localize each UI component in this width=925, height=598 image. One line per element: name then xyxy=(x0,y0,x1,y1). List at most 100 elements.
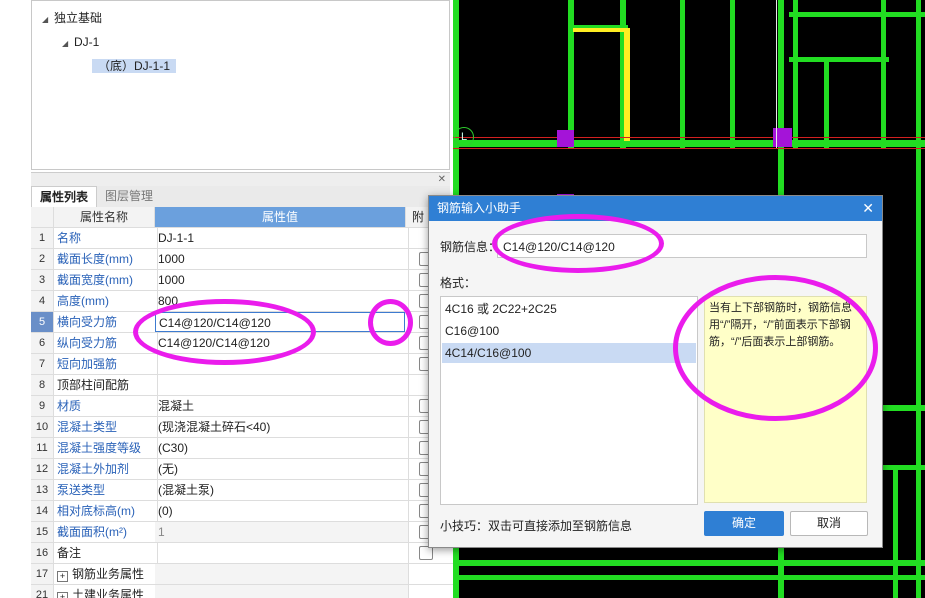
tree-root-label: 独立基础 xyxy=(54,11,103,25)
property-value: 800 xyxy=(158,294,179,308)
property-row[interactable]: 17 + 钢筋业务属性 xyxy=(31,564,453,585)
row-number: 8 xyxy=(31,375,54,395)
format-list[interactable]: 4C16 或 2C22+2C25 C16@100 4C14/C16@100 xyxy=(440,296,698,505)
hint-text: 小技巧：双击可直接添加至钢筋信息 xyxy=(440,519,633,533)
tree-node-dj1-1[interactable]: （底）DJ-1-1 xyxy=(92,56,177,76)
property-value-cell[interactable]: 1000 xyxy=(155,270,409,290)
property-value-cell[interactable]: C14@120/C14@120 xyxy=(155,333,409,353)
property-name: 高度(mm) xyxy=(57,294,109,308)
property-value: (无) xyxy=(158,462,178,476)
attach-cell xyxy=(406,564,453,584)
property-name: 截面长度(mm) xyxy=(57,252,133,266)
grid-header: 属性名称 属性值附 xyxy=(31,207,453,228)
cancel-button[interactable]: 取消 xyxy=(790,511,868,536)
tab-property-list[interactable]: 属性列表 xyxy=(31,186,98,208)
left-panel: ◢ 独立基础 ◢ DJ-1 （底）DJ-1-1 ✕ 属性列表 图层管理 属性名称 属性… xyxy=(0,0,453,598)
property-row[interactable]: 6 纵向受力筋 C14@120/C14@120 xyxy=(31,333,453,354)
dialog-titlebar[interactable]: 钢筋输入小助手 ✕ xyxy=(429,196,882,221)
property-value-cell[interactable]: (0) xyxy=(155,501,409,521)
property-value: (0) xyxy=(158,504,173,518)
property-value-cell[interactable]: 1 xyxy=(155,522,409,542)
property-value-cell[interactable]: 混凝土 xyxy=(155,396,409,416)
property-row[interactable]: 8 顶部柱间配筋 xyxy=(31,375,453,396)
format-label: 格式： xyxy=(440,276,477,290)
format-item[interactable]: 4C16 或 2C22+2C25 xyxy=(442,299,696,319)
row-number: 17 xyxy=(31,564,54,584)
row-number: 13 xyxy=(31,480,54,500)
dialog-title: 钢筋输入小助手 xyxy=(437,201,522,215)
property-value-cell[interactable] xyxy=(155,543,409,563)
property-name: 纵向受力筋 xyxy=(57,336,118,350)
property-value-cell[interactable]: C14@120/C14@120··· xyxy=(155,312,405,332)
header-no-cell xyxy=(31,207,54,227)
property-row[interactable]: 11 混凝土强度等级 (C30) xyxy=(31,438,453,459)
property-row[interactable]: 7 短向加强筋 xyxy=(31,354,453,375)
property-value: C14@120/C14@120 xyxy=(158,336,270,350)
property-row[interactable]: 14 相对底标高(m) (0) xyxy=(31,501,453,522)
ok-button[interactable]: 确定 xyxy=(704,511,784,536)
property-name-cell: 顶部柱间配筋 xyxy=(54,375,158,395)
header-value: 属性值 xyxy=(155,207,406,227)
rebar-info-input[interactable]: C14@120/C14@120 xyxy=(497,234,867,258)
collapse-triangle-icon[interactable]: ◢ xyxy=(42,10,54,30)
expand-plus-icon[interactable]: + xyxy=(57,592,68,598)
property-name: 钢筋业务属性 xyxy=(72,567,145,581)
row-number: 2 xyxy=(31,249,54,269)
property-row[interactable]: 21 + 土建业务属性 xyxy=(31,585,453,598)
tip-box: 当有上下部钢筋时，钢筋信息用“/”隔开，“/”前面表示下部钢筋，“/”后面表示上… xyxy=(704,296,867,503)
row-number: 1 xyxy=(31,228,54,248)
property-row[interactable]: 16 备注 xyxy=(31,543,453,564)
property-name-cell: 截面宽度(mm) xyxy=(54,270,158,290)
property-name-cell: 混凝土类型 xyxy=(54,417,158,437)
property-name-cell: + 钢筋业务属性 xyxy=(54,564,158,584)
property-value-cell[interactable] xyxy=(155,564,409,584)
property-row[interactable]: 5横向受力筋 C14@120/C14@120··· xyxy=(31,312,453,333)
property-value-cell[interactable] xyxy=(155,354,409,374)
row-number: 15 xyxy=(31,522,54,542)
attach-checkbox[interactable] xyxy=(419,546,433,560)
property-row[interactable]: 9 材质 混凝土 xyxy=(31,396,453,417)
property-value-cell[interactable] xyxy=(155,375,409,395)
property-name: 截面宽度(mm) xyxy=(57,273,133,287)
property-name: 备注 xyxy=(57,546,82,560)
property-name-cell: 名称 xyxy=(54,228,158,248)
format-item[interactable]: C16@100 xyxy=(442,321,696,341)
property-value-cell[interactable]: 800 xyxy=(155,291,409,311)
tree-node-root[interactable]: ◢ 独立基础 xyxy=(42,8,102,28)
property-value-cell[interactable] xyxy=(155,585,409,598)
property-row[interactable]: 10 混凝土类型 (现浇混凝土碎石<40) xyxy=(31,417,453,438)
property-value: (C30) xyxy=(158,441,189,455)
property-name-cell: + 土建业务属性 xyxy=(54,585,158,598)
property-row[interactable]: 13 泵送类型 (混凝土泵) xyxy=(31,480,453,501)
property-name: 名称 xyxy=(57,231,82,245)
property-value-cell[interactable]: (混凝土泵) xyxy=(155,480,409,500)
property-name: 混凝土类型 xyxy=(57,420,118,434)
property-name-cell: 混凝土外加剂 xyxy=(54,459,158,479)
axis-marker: L xyxy=(454,127,474,147)
tab-layer-manage[interactable]: 图层管理 xyxy=(97,186,161,207)
property-value-cell[interactable]: (现浇混凝土碎石<40) xyxy=(155,417,409,437)
property-row[interactable]: 1 名称 DJ-1-1 xyxy=(31,228,453,249)
property-name: 土建业务属性 xyxy=(72,588,145,598)
property-row[interactable]: 12 混凝土外加剂 (无) xyxy=(31,459,453,480)
property-value-cell[interactable]: (无) xyxy=(155,459,409,479)
expand-plus-icon[interactable]: + xyxy=(57,571,68,582)
property-name-cell: 泵送类型 xyxy=(54,480,158,500)
row-number: 6 xyxy=(31,333,54,353)
property-row[interactable]: 4 高度(mm) 800 xyxy=(31,291,453,312)
collapse-triangle-icon[interactable]: ◢ xyxy=(62,34,74,54)
property-row[interactable]: 2 截面长度(mm) 1000 xyxy=(31,249,453,270)
attach-cell xyxy=(406,585,453,598)
close-icon[interactable]: ✕ xyxy=(438,173,446,186)
property-value-cell[interactable]: DJ-1-1 xyxy=(155,228,409,248)
tree-node-dj1[interactable]: ◢ DJ-1 xyxy=(62,32,99,52)
property-value: DJ-1-1 xyxy=(158,231,195,245)
property-row[interactable]: 15 截面面积(m²) 1 xyxy=(31,522,453,543)
property-value-cell[interactable]: 1000 xyxy=(155,249,409,269)
property-name-cell: 相对底标高(m) xyxy=(54,501,158,521)
property-row[interactable]: 3 截面宽度(mm) 1000 xyxy=(31,270,453,291)
property-name: 截面面积(m²) xyxy=(57,525,127,539)
close-icon[interactable]: ✕ xyxy=(862,196,874,221)
property-value-cell[interactable]: (C30) xyxy=(155,438,409,458)
format-item[interactable]: 4C14/C16@100 xyxy=(442,343,696,363)
